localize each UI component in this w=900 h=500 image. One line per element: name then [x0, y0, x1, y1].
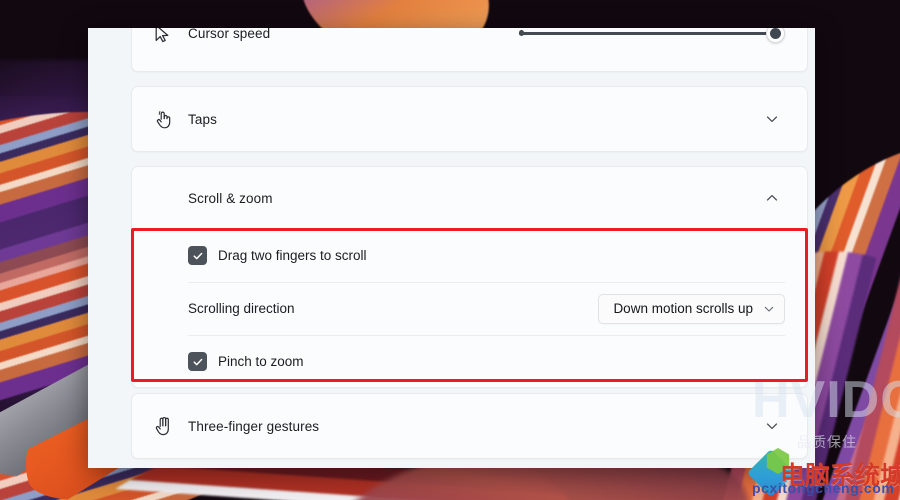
- drag-two-fingers-to-scroll-row[interactable]: Drag two fingers to scroll: [132, 229, 807, 282]
- taps-label: Taps: [188, 111, 217, 127]
- slider-track: [519, 31, 781, 35]
- cursor-speed-slider[interactable]: [519, 28, 785, 44]
- pinch-to-zoom-checkbox[interactable]: [188, 352, 207, 371]
- scrolling-direction-value: Down motion scrolls up: [613, 301, 753, 316]
- cursor-speed-row[interactable]: Cursor speed: [132, 28, 807, 71]
- settings-content-pane: Cursor speed Taps Scroll & zoom Drag two…: [88, 28, 815, 468]
- watermark-logo: 电脑系统城 pcxitongcheng.com: [746, 448, 900, 500]
- three-finger-gestures-label: Three-finger gestures: [188, 418, 320, 434]
- watermark-brand-text: HVIDC: [752, 371, 900, 429]
- setting-card-cursor-speed[interactable]: Cursor speed: [131, 28, 808, 72]
- scrolling-direction-dropdown[interactable]: Down motion scrolls up: [598, 293, 785, 324]
- settings-window: Cursor speed Taps Scroll & zoom Drag two…: [88, 28, 815, 468]
- watermark-url: pcxitongcheng.com: [752, 480, 895, 496]
- three-finger-hand-icon: [154, 416, 188, 436]
- chevron-up-icon[interactable]: [759, 185, 785, 211]
- slider-thumb[interactable]: [766, 28, 785, 43]
- cursor-speed-label: Cursor speed: [188, 28, 271, 41]
- taps-row[interactable]: Taps: [132, 87, 807, 151]
- scroll-and-zoom-header-row[interactable]: Scroll & zoom: [132, 167, 807, 229]
- scroll-and-zoom-label: Scroll & zoom: [188, 190, 273, 206]
- slider-left-cap: [519, 30, 524, 36]
- pinch-to-zoom-label: Pinch to zoom: [218, 354, 304, 369]
- cursor-arrow-icon: [154, 28, 188, 43]
- three-finger-gestures-row[interactable]: Three-finger gestures: [132, 394, 807, 458]
- drag-two-fingers-label: Drag two fingers to scroll: [218, 248, 367, 263]
- row-divider: [188, 282, 785, 283]
- row-divider: [188, 335, 785, 336]
- scrolling-direction-row[interactable]: Scrolling direction Down motion scrolls …: [132, 282, 807, 335]
- setting-card-three-finger-gestures[interactable]: Three-finger gestures: [131, 393, 808, 459]
- pinch-to-zoom-row[interactable]: Pinch to zoom: [132, 335, 807, 388]
- scrolling-direction-label: Scrolling direction: [188, 301, 295, 316]
- drag-two-fingers-checkbox[interactable]: [188, 246, 207, 265]
- chevron-down-icon[interactable]: [759, 106, 785, 132]
- setting-card-taps[interactable]: Taps: [131, 86, 808, 152]
- setting-card-scroll-and-zoom[interactable]: Scroll & zoom Drag two fingers to scroll…: [131, 166, 808, 388]
- watermark-slogan-text: 品质保住: [797, 435, 857, 451]
- screen: Cursor speed Taps Scroll & zoom Drag two…: [0, 0, 900, 500]
- tap-hand-icon: [154, 109, 188, 129]
- chevron-down-icon[interactable]: [763, 303, 775, 315]
